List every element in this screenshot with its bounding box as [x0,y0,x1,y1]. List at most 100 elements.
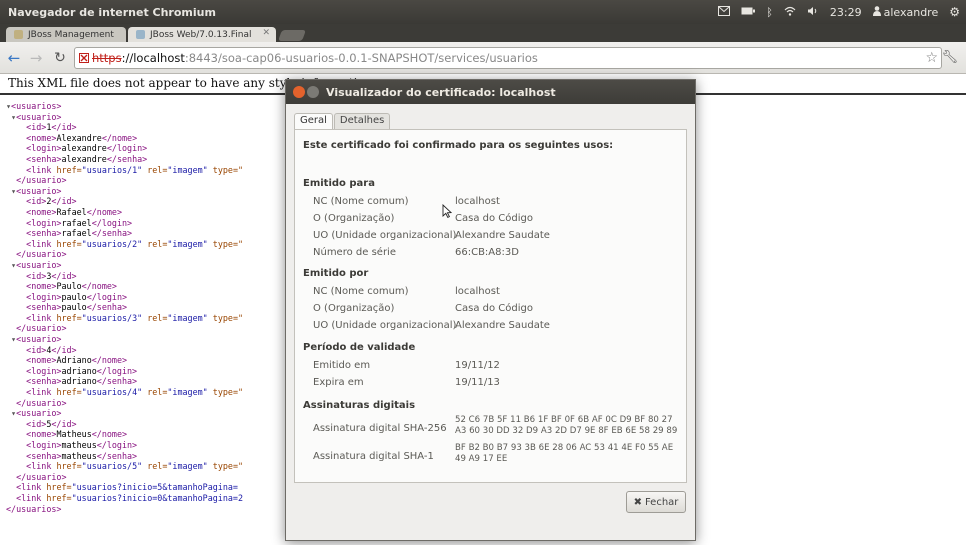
xml-token [6,292,26,302]
xml-link-prev: <link href="usuarios?inicio=0&tamanhoPag… [6,493,243,504]
xml-value: Alexandre [56,132,102,143]
xml-href-value: "usuarios/1" [81,164,143,175]
xml-token: <link [16,482,47,493]
window-title: Navegador de internet Chromium [8,5,216,19]
sha1-fingerprint-line: BF B2 B0 B7 93 3B 6E 28 06 AC 53 41 4E F… [455,443,674,453]
dialog-title: Visualizador do certificado: localhost [326,86,556,99]
xml-value: matheus [61,450,97,461]
xml-token [6,451,26,461]
xml-token: <id> [26,418,47,429]
url-path: :8443/soa-cap06-usuarios-0.0.1-SNAPSHOT/… [184,51,538,65]
xml-token: </login> [86,291,128,302]
volume-icon[interactable] [807,6,819,19]
tab-geral[interactable]: Geral [294,113,333,129]
xml-token [6,271,26,281]
field-label: Assinatura digital SHA-1 [313,451,434,462]
xml-href-value: "usuarios/5" [81,461,143,472]
battery-icon[interactable] [741,6,756,19]
field-label: Número de série [313,247,396,258]
sha1-fingerprint-line: 49 A9 17 EE [455,454,508,464]
xml-token [6,207,26,217]
address-bar[interactable]: https ://localhost :8443/soa-cap06-usuar… [74,47,942,69]
xml-token: </usuario> [16,323,67,334]
dialog-titlebar[interactable]: Visualizador do certificado: localhost [286,80,695,104]
xml-value: rafael [61,217,92,228]
xml-token: rel= [142,387,168,398]
back-arrow-icon[interactable]: ← [6,50,22,66]
reload-icon[interactable]: ↻ [52,50,68,66]
xml-href-value: "usuarios?inicio=5&tamanhoPagina= [71,482,238,493]
xml-link: <link href="usuarios/2" rel="imagem" typ… [6,239,243,250]
xml-rel-value: "imagem" [167,238,208,249]
xml-token: </id> [51,122,77,133]
bookmark-star-icon[interactable]: ☆ [925,50,938,66]
xml-rel-value: "imagem" [167,387,208,398]
xml-token: <login> [26,365,62,376]
xml-token: rel= [142,461,168,472]
xml-token: rel= [142,238,168,249]
xml-value: rafael [61,228,92,239]
xml-value: alexandre [61,143,107,154]
forward-arrow-icon[interactable]: → [28,50,44,66]
xml-token [6,228,26,238]
close-x-icon: ✖ [633,496,642,508]
xml-element-senha: <senha>alexandre</senha> [6,154,243,165]
xml-value: adriano [61,365,97,376]
xml-token: </id> [51,344,77,355]
mail-icon[interactable] [718,5,731,19]
field-label: Assinatura digital SHA-256 [313,423,447,434]
insecure-lock-icon[interactable] [79,52,89,65]
confirm-text: Este certificado foi confirmado para os … [303,140,614,151]
xml-link: <link href="usuarios/3" rel="imagem" typ… [6,313,243,324]
clock[interactable]: 23:29 [830,6,862,19]
bluetooth-icon[interactable]: ᛒ [766,6,773,19]
field-label: NC (Nome comum) [313,286,409,297]
field-value: 66:CB:A8:3D [455,247,519,258]
wifi-icon[interactable] [784,6,796,19]
field-label: NC (Nome comum) [313,196,409,207]
xml-token: href= [56,461,82,472]
sha256-fingerprint-line: 52 C6 7B 5F 11 B6 1F BF 0F 6B AF 0C D9 B… [455,415,673,425]
power-gear-icon[interactable]: ⚙ [949,5,960,19]
xml-token [6,302,26,312]
xml-token: </nome> [101,132,138,143]
close-button[interactable]: ✖ Fechar [626,491,686,513]
xml-usuario-close: </usuario> [6,175,243,186]
xml-token: <senha> [26,376,62,387]
xml-value: alexandre [61,153,107,164]
xml-token: </usuario> [16,471,67,482]
xml-token: <senha> [26,228,62,239]
minimize-window-icon[interactable] [307,86,319,98]
wrench-menu-icon[interactable]: 🔧︎ [941,50,958,65]
field-label: UO (Unidade organizacional) [313,320,457,331]
tab-close-icon[interactable]: ✕ [262,28,270,38]
new-tab-button[interactable] [277,30,307,41]
xml-token: <usuario> [16,334,62,345]
tab-jboss-web[interactable]: JBoss Web/7.0.13.Final ✕ [128,27,276,42]
url-scheme: https [92,51,122,65]
xml-token: <login> [26,440,62,450]
field-label: Expira em [313,377,364,388]
xml-usuario-open: ▾<usuario> [6,408,243,419]
xml-token [6,122,26,132]
xml-token [6,323,16,333]
xml-element-id: <id>3</id> [6,271,243,282]
close-window-icon[interactable] [293,86,305,98]
tab-jboss-management[interactable]: JBoss Management [6,27,126,42]
xml-element-login: <login>rafael</login> [6,218,243,229]
xml-token: </senha> [106,153,148,164]
xml-token: <senha> [26,450,62,461]
xml-token: <nome> [26,429,57,440]
tab-detalhes[interactable]: Detalhes [333,113,391,129]
xml-usuario-close: </usuario> [6,249,243,260]
xml-root-open: ▾<usuarios> [6,101,243,112]
xml-token: <link [26,164,57,175]
xml-token [6,313,26,323]
field-value: Alexandre Saudate [455,230,550,241]
xml-root-close: </usuarios> [6,504,243,515]
xml-token [6,143,26,153]
field-label: Emitido em [313,360,371,371]
user-menu[interactable]: alexandre [872,6,938,19]
field-value: 19/11/13 [455,377,500,388]
section-heading-issued-by: Emitido por [303,268,369,279]
